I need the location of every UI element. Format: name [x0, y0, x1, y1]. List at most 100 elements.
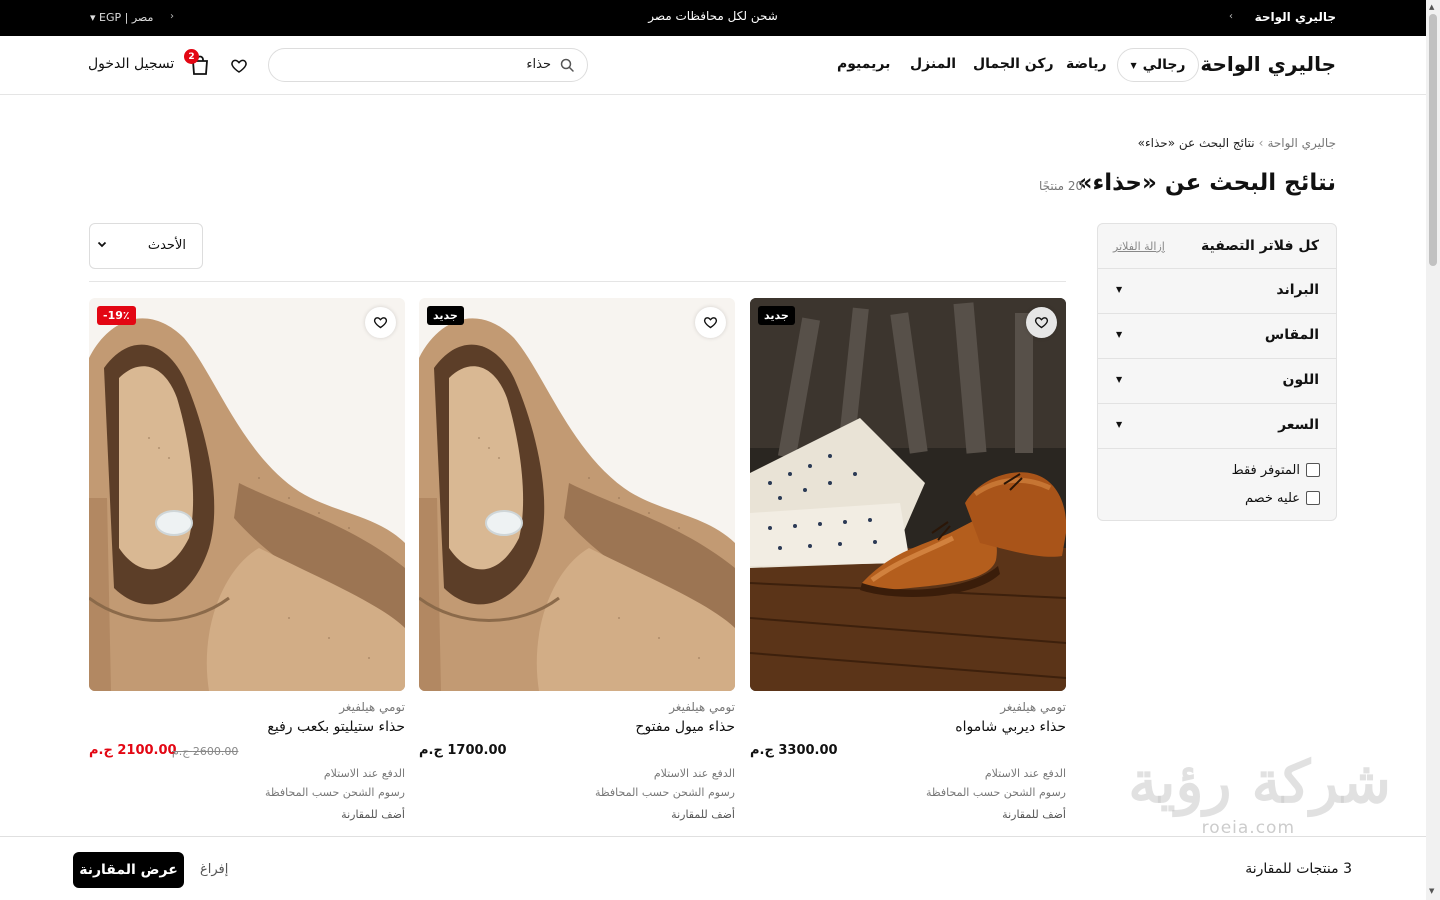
product-image[interactable]: جديد	[419, 298, 735, 691]
filter-group-size[interactable]: المقاس ▼	[1098, 313, 1336, 358]
shipping-promo: شحن لكل محافظات مصر	[648, 9, 778, 23]
product-brand: تومي هيلفيغر	[1000, 700, 1066, 714]
product-name[interactable]: حذاء ستيليتو بكعب رفيع	[267, 719, 405, 735]
add-to-compare-link[interactable]: أضف للمقارنة	[341, 808, 405, 821]
locale-selector[interactable]: ▾ EGP | مصر	[90, 11, 153, 24]
filters-title: كل فلاتر التصفية	[1201, 238, 1319, 254]
breadcrumb: جاليري الواحة›نتائج البحث عن «حذاء»	[1138, 136, 1336, 150]
badge-new: جديد	[758, 306, 795, 325]
cod-note: الدفع عند الاستلام	[653, 767, 735, 780]
chevron-down-icon	[97, 241, 107, 248]
page-title: نتائج البحث عن «حذاء»	[1077, 170, 1336, 196]
caret-down-icon: ▼	[1130, 60, 1137, 70]
filter-checks	[1098, 448, 1336, 520]
caret-down-icon: ▼	[1116, 420, 1123, 429]
shipping-note: رسوم الشحن حسب المحافظة	[925, 786, 1066, 799]
cart-count-badge: 2	[184, 49, 199, 64]
product-name[interactable]: حذاء ديربي شامواه	[955, 719, 1066, 735]
show-compare-button[interactable]: عرض المقارنة	[73, 852, 184, 888]
watermark-domain: roeia.com	[1201, 818, 1295, 838]
caret-down-icon: ▾	[90, 11, 96, 24]
sort-value: الأحدث	[147, 238, 186, 253]
clear-compare-button[interactable]: إفراغ	[200, 862, 228, 877]
result-count: 20 منتجًا	[1039, 179, 1084, 193]
scroll-up-icon[interactable]: ▲	[1429, 3, 1434, 11]
caret-down-icon: ▼	[1116, 375, 1123, 384]
shipping-note: رسوم الشحن حسب المحافظة	[264, 786, 405, 799]
compare-bar: 3 منتجات للمقارنة إفراغ عرض المقارنة	[0, 836, 1426, 900]
wishlist-button[interactable]	[1026, 307, 1057, 338]
breadcrumb-home[interactable]: جاليري الواحة	[1267, 136, 1336, 150]
search-query: حذاء	[526, 57, 551, 72]
main-header: جاليري الواحة ▼ رجالي رياضة ركن الجمال ا…	[0, 36, 1426, 95]
product-brand: تومي هيلفيغر	[339, 700, 405, 714]
in-stock-checkbox[interactable]: المتوفر فقط	[1232, 461, 1320, 479]
shipping-note: رسوم الشحن حسب المحافظة	[594, 786, 735, 799]
product-price: 1700.00 ج.م	[419, 743, 507, 758]
product-price: 2100.00 ج.م	[89, 743, 177, 758]
breadcrumb-separator: ›	[1258, 136, 1264, 150]
product-image[interactable]: -19٪	[89, 298, 405, 691]
nav-item-sports[interactable]: رياضة	[1066, 56, 1107, 72]
page: جاليري الواحة ‹ شحن لكل محافظات مصر › ▾ …	[0, 0, 1440, 900]
login-link[interactable]: تسجيل الدخول	[88, 56, 174, 72]
product-brand: تومي هيلفيغر	[669, 700, 735, 714]
search-icon	[560, 58, 574, 72]
nav-item-men[interactable]: ▼ رجالي	[1117, 48, 1199, 82]
site-logo[interactable]: جاليري الواحة	[1200, 52, 1336, 76]
nav-item-beauty[interactable]: ركن الجمال	[973, 56, 1054, 72]
nav-item-label: رجالي	[1142, 57, 1186, 73]
filter-group-price[interactable]: السعر ▼	[1098, 403, 1336, 448]
product-name[interactable]: حذاء ميول مفتوح	[635, 719, 735, 735]
wishlist-button[interactable]	[365, 307, 396, 338]
chevron-right-icon: ›	[170, 11, 174, 22]
watermark-logo: شركة رؤية roeia.com	[1095, 748, 1395, 840]
clear-filters-link[interactable]: إزالة الفلاتر	[1113, 240, 1165, 253]
wishlist-button[interactable]	[695, 307, 726, 338]
product-image[interactable]: جديد	[750, 298, 1066, 691]
watermark-text: شركة رؤية	[1128, 748, 1391, 816]
caret-down-icon: ▼	[1116, 285, 1123, 294]
product-card[interactable]: -19٪ تومي هيلفيغر حذاء ستيليتو بكعب رفيع…	[89, 298, 405, 828]
nav-item-home[interactable]: المنزل	[910, 56, 956, 72]
country-label: مصر	[131, 11, 154, 24]
scrollbar-thumb[interactable]	[1429, 14, 1437, 266]
sort-select[interactable]: الأحدث	[89, 223, 203, 269]
product-card[interactable]: جديد تومي هيلفيغر حذاء ديربي شامواه 3300…	[750, 298, 1066, 828]
filter-group-label: اللون	[1282, 372, 1320, 388]
filter-group-color[interactable]: اللون ▼	[1098, 358, 1336, 403]
scrollbar[interactable]: ▲ ▼	[1426, 0, 1440, 900]
checkbox-label: المتوفر فقط	[1231, 462, 1300, 478]
search-input[interactable]: حذاء	[268, 48, 588, 82]
heart-icon	[703, 317, 718, 329]
breadcrumb-current: نتائج البحث عن «حذاء»	[1137, 136, 1255, 150]
compare-count: 3 منتجات للمقارنة	[1245, 861, 1352, 877]
locale-separator: |	[124, 11, 129, 24]
scroll-down-icon[interactable]: ▼	[1429, 887, 1434, 895]
heart-icon	[373, 317, 388, 329]
checkbox-label: عليه خصم	[1244, 490, 1300, 506]
product-old-price: 2600.00 ج.م	[172, 745, 239, 758]
filter-group-label: المقاس	[1264, 327, 1319, 343]
filter-group-brand[interactable]: البراند ▼	[1098, 268, 1336, 313]
currency-label: EGP	[99, 11, 122, 24]
toolbar-divider	[89, 281, 1066, 282]
discount-checkbox[interactable]: عليه خصم	[1245, 489, 1320, 507]
caret-down-icon: ▼	[1116, 330, 1123, 339]
filter-group-label: البراند	[1276, 282, 1319, 298]
cod-note: الدفع عند الاستلام	[323, 767, 405, 780]
checkbox-box[interactable]	[1306, 463, 1320, 477]
product-price: 3300.00 ج.م	[750, 743, 838, 758]
product-card[interactable]: جديد تومي هيلفيغر حذاء ميول مفتوح 1700.0…	[419, 298, 735, 828]
top-bar: جاليري الواحة ‹ شحن لكل محافظات مصر › ▾ …	[0, 0, 1426, 36]
heart-icon	[1034, 317, 1049, 329]
badge-new: جديد	[427, 306, 464, 325]
add-to-compare-link[interactable]: أضف للمقارنة	[1002, 808, 1066, 821]
nav-item-premium[interactable]: بريميوم	[837, 56, 890, 72]
filter-group-label: السعر	[1278, 417, 1319, 433]
add-to-compare-link[interactable]: أضف للمقارنة	[671, 808, 735, 821]
heart-icon[interactable]	[230, 57, 248, 75]
checkbox-box[interactable]	[1306, 491, 1320, 505]
filters-panel: كل فلاتر التصفية إزالة الفلاتر البراند ▼…	[1097, 223, 1337, 521]
badge-discount: -19٪	[97, 306, 136, 325]
